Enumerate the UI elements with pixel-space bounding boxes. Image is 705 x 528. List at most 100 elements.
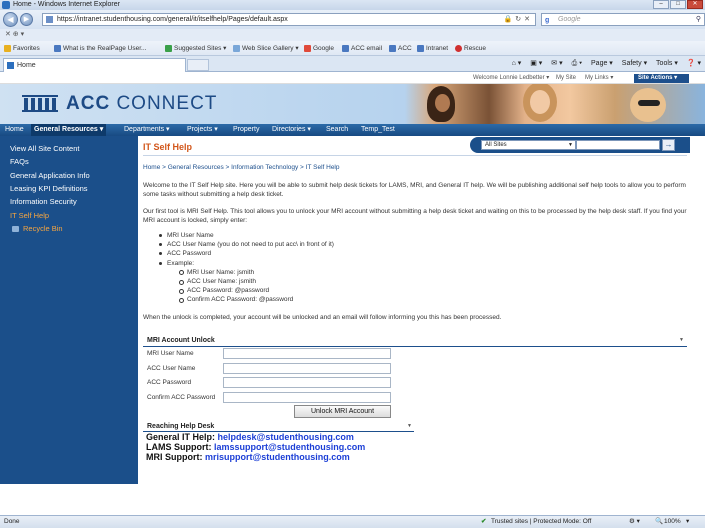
topnav-temp-test[interactable]: Temp_Test (361, 124, 395, 136)
webpart-menu-icon[interactable]: ▼ (679, 334, 684, 347)
suggested-sites-icon (165, 44, 172, 52)
fav-item-suggested-sites[interactable]: Suggested Sites ▾ (165, 41, 226, 56)
rescue-icon (455, 44, 462, 52)
fav-item-acc-email[interactable]: ACC email (342, 41, 382, 56)
address-bar[interactable]: https://intranet.studenthousing.com/gene… (42, 13, 536, 26)
mri-username-label: MRI User Name (147, 350, 194, 357)
mri-email-link[interactable]: mrisupport@studenthousing.com (205, 452, 350, 462)
zoom-icon: 🔍 (655, 518, 664, 525)
google-icon: g (545, 17, 550, 24)
topnav-departments[interactable]: Departments ▾ (124, 124, 170, 136)
acc-username-input[interactable] (223, 363, 391, 374)
topnav-search[interactable]: Search (326, 124, 348, 136)
stop-icon[interactable]: ✕ (524, 16, 533, 23)
zoom-dropdown[interactable]: ▾ (686, 516, 689, 528)
lams-email-link[interactable]: lamssupport@studenthousing.com (214, 442, 365, 452)
page-title: IT Self Help (143, 142, 193, 152)
site-actions-menu[interactable]: Site Actions ▾ (634, 74, 689, 83)
leftnav-view-all-site-content[interactable]: View All Site Content (10, 144, 80, 153)
tab-home[interactable]: Home (3, 58, 186, 72)
helpdesk-email-link[interactable]: helpdesk@studenthousing.com (218, 432, 354, 442)
mri-username-input[interactable] (223, 348, 391, 359)
building-logo-icon (22, 95, 58, 112)
address-tools: 🔒↻✕ (504, 14, 533, 25)
list-item: MRI User Name (159, 231, 334, 240)
security-zone[interactable]: Trusted sites | Protected Mode: Off (491, 516, 591, 528)
left-navigation: View All Site Content FAQs General Appli… (0, 136, 138, 484)
breadcrumb[interactable]: Home > General Resources > Information T… (143, 164, 340, 171)
refresh-icon[interactable]: ↻ (515, 16, 524, 23)
site-search-input[interactable] (576, 140, 660, 150)
zoom-level[interactable]: 100% (664, 516, 681, 528)
browser-search-input[interactable]: g Google ⚲ (541, 13, 705, 26)
topnav-directories[interactable]: Directories ▾ (272, 124, 311, 136)
close-button[interactable]: ✕ (687, 0, 703, 9)
topnav-property[interactable]: Property (233, 124, 259, 136)
mail-button[interactable]: ✉ ▾ (551, 60, 562, 67)
minimize-button[interactable]: – (653, 0, 669, 9)
safety-menu[interactable]: Safety ▾ (622, 60, 647, 67)
mri-tool-text: Our first tool is MRI Self Help. This to… (143, 208, 687, 224)
leftnav-it-self-help[interactable]: IT Self Help (10, 211, 49, 220)
leftnav-general-application-info[interactable]: General Application Info (10, 171, 90, 180)
topnav-projects[interactable]: Projects ▾ (187, 124, 218, 136)
fav-item-realpage[interactable]: What is the RealPage User... (54, 41, 146, 56)
acc-password-input[interactable] (223, 377, 391, 388)
list-item: Confirm ACC Password: @password (179, 295, 334, 304)
secondary-toolbar-icons[interactable]: ✕ ⊕ ▾ (5, 31, 24, 38)
search-scope-select[interactable]: All Sites ▼ (481, 140, 576, 150)
after-unlock-text: When the unlock is completed, your accou… (143, 314, 502, 321)
leftnav-faqs[interactable]: FAQs (10, 157, 29, 166)
my-site-link[interactable]: My Site (556, 73, 576, 84)
unlock-mri-account-button[interactable]: Unlock MRI Account (294, 405, 391, 418)
instruction-list: MRI User Name ACC User Name (you do not … (159, 231, 334, 305)
site-search-area: All Sites ▼ → (470, 137, 690, 153)
recycle-bin-icon (12, 226, 19, 233)
help-desk-webpart-header: Reaching Help Desk ▼ (143, 421, 414, 432)
favorites-button[interactable]: Favorites (4, 41, 40, 56)
mri-support-line: MRI Support: mrisupport@studenthousing.c… (146, 452, 350, 462)
help-menu[interactable]: ❓ ▾ (687, 60, 701, 67)
chevron-down-icon: ▼ (568, 142, 573, 148)
search-go-button[interactable]: → (662, 139, 675, 151)
my-links-menu[interactable]: My Links ▾ (585, 73, 613, 84)
fav-item-intranet[interactable]: Intranet (417, 41, 448, 56)
site-logo-text[interactable]: ACC CONNECT (66, 93, 217, 115)
fav-item-google[interactable]: Google (304, 41, 334, 56)
confirm-password-input[interactable] (223, 392, 391, 403)
topnav-general-resources[interactable]: General Resources ▾ (31, 124, 107, 136)
email-icon (342, 44, 349, 52)
back-button[interactable]: ◀ (3, 12, 18, 27)
tools-menu[interactable]: Tools ▾ (656, 60, 678, 67)
lock-icon[interactable]: 🔒 (504, 16, 516, 23)
feeds-button[interactable]: ▣ ▾ (530, 60, 542, 67)
star-icon (4, 44, 11, 52)
title-divider (143, 155, 687, 156)
page-icon (46, 16, 53, 23)
fav-item-rescue[interactable]: Rescue (455, 41, 486, 56)
unlock-webpart-header: MRI Account Unlock ▼ (143, 334, 687, 347)
banner-photo (405, 84, 705, 124)
fav-item-acc[interactable]: ACC (389, 41, 412, 56)
protected-mode-icon[interactable]: ⚙ ▾ (629, 516, 640, 528)
topnav-home[interactable]: Home (5, 124, 24, 136)
leftnav-leasing-kpi-definitions[interactable]: Leasing KPI Definitions (10, 184, 88, 193)
print-button[interactable]: ⎙ ▾ (572, 60, 583, 67)
intro-text: Welcome to the IT Self Help site. Here y… (143, 182, 686, 198)
forward-button[interactable]: ▶ (20, 13, 33, 26)
page-menu[interactable]: Page ▾ (591, 60, 613, 67)
url-text: https://intranet.studenthousing.com/gene… (57, 16, 288, 23)
list-item: ACC User Name (you do not need to put ac… (159, 241, 334, 249)
leftnav-recycle-bin[interactable]: Recycle Bin (12, 224, 63, 233)
webpart-menu-icon[interactable]: ▼ (407, 421, 412, 432)
search-icon[interactable]: ⚲ (696, 14, 701, 25)
welcome-menu[interactable]: Welcome Lonnie Ledbetter ▾ (473, 73, 549, 84)
fav-item-web-slice-gallery[interactable]: Web Slice Gallery ▾ (233, 41, 299, 56)
ie-icon (2, 1, 10, 9)
leftnav-information-security[interactable]: Information Security (10, 197, 77, 206)
new-tab-button[interactable] (187, 59, 209, 71)
window-controls: – □ ✕ (653, 0, 703, 9)
list-item: MRI User Name: jsmith (179, 268, 334, 277)
maximize-button[interactable]: □ (670, 0, 686, 9)
home-button[interactable]: ⌂ ▾ (512, 60, 522, 67)
